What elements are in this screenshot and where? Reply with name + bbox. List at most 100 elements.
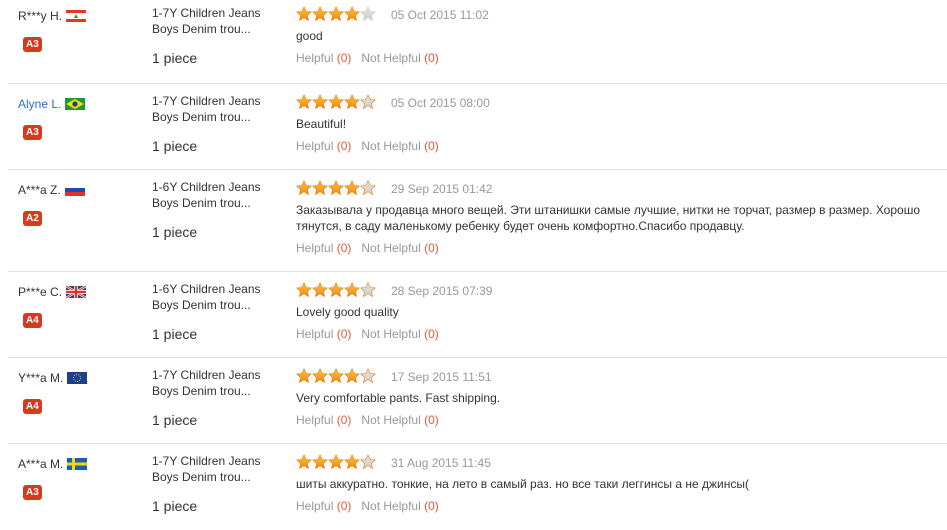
- star-filled-icon: [343, 5, 361, 25]
- helpful-label: Helpful: [296, 241, 334, 255]
- helpful-label: Helpful: [296, 499, 334, 513]
- not-helpful-button[interactable]: Not Helpful (0): [361, 413, 438, 427]
- review-text: Заказывала у продавца много вещей. Эти ш…: [296, 203, 921, 233]
- helpful-button[interactable]: Helpful (0): [296, 51, 351, 65]
- star-rating: [295, 179, 377, 199]
- helpful-count: (0): [336, 327, 352, 341]
- helpful-button[interactable]: Helpful (0): [296, 139, 351, 153]
- product-info: 1-7Y Children Jeans Boys Denim trou... 1…: [152, 93, 287, 154]
- star-filled-icon: [327, 5, 345, 25]
- not-helpful-button[interactable]: Not Helpful (0): [361, 499, 438, 513]
- review-item: A***a M. A3 1-7Y Children Jeans Boys Den…: [8, 444, 947, 530]
- reviewer-name: R***y H.: [18, 9, 63, 23]
- product-info: 1-7Y Children Jeans Boys Denim trou... 1…: [152, 453, 287, 514]
- product-info: 1-7Y Children Jeans Boys Denim trou... 1…: [152, 367, 287, 428]
- quantity: 1 piece: [152, 326, 198, 342]
- helpful-count: (0): [336, 51, 352, 65]
- reviewer-level-badge: A3: [23, 125, 42, 140]
- not-helpful-label: Not Helpful: [361, 413, 421, 427]
- helpful-button[interactable]: Helpful (0): [296, 327, 351, 341]
- review-body: 29 Sep 2015 01:42 Заказывала у продавца …: [295, 179, 946, 255]
- reviewer: A***a Z. A2: [18, 183, 138, 226]
- helpful-button[interactable]: Helpful (0): [296, 413, 351, 427]
- product-title-line: Boys Denim trou...: [152, 110, 251, 124]
- review-text: good: [296, 29, 323, 43]
- product-title-line: 1-7Y Children Jeans: [152, 454, 261, 468]
- star-filled-icon: [295, 367, 313, 387]
- review-body: 05 Oct 2015 08:00 Beautiful! Helpful (0)…: [295, 93, 946, 153]
- reviewer-name: P***e C.: [18, 285, 63, 299]
- star-filled-icon: [359, 367, 377, 387]
- helpful-button[interactable]: Helpful (0): [296, 241, 351, 255]
- reviewer: Y***a M. A4: [18, 371, 138, 414]
- star-filled-icon: [295, 453, 313, 473]
- review-item: Alyne L. A3 1-7Y Children Jeans Boys Den…: [8, 84, 947, 170]
- star-filled-icon: [359, 281, 377, 301]
- reviewer: A***a M. A3: [18, 457, 138, 500]
- helpful-votes: Helpful (0) Not Helpful (0): [296, 241, 946, 255]
- review-body: 28 Sep 2015 07:39 Lovely good quality He…: [295, 281, 946, 341]
- helpful-count: (0): [336, 413, 352, 427]
- star-filled-icon: [295, 281, 313, 301]
- not-helpful-label: Not Helpful: [361, 139, 421, 153]
- helpful-label: Helpful: [296, 413, 334, 427]
- product-title-line: Boys Denim trou...: [152, 470, 251, 484]
- helpful-count: (0): [336, 139, 352, 153]
- product-title-line: 1-6Y Children Jeans: [152, 282, 261, 296]
- not-helpful-count: (0): [424, 139, 439, 153]
- not-helpful-count: (0): [424, 499, 439, 513]
- review-date: 05 Oct 2015 11:02: [391, 8, 489, 22]
- reviewer-level-badge: A3: [23, 37, 42, 52]
- reviewer-level-badge: A4: [23, 313, 42, 328]
- product-title-line: 1-7Y Children Jeans: [152, 6, 261, 20]
- star-filled-icon: [295, 179, 313, 199]
- star-rating: [295, 281, 377, 301]
- quantity: 1 piece: [152, 138, 198, 154]
- not-helpful-button[interactable]: Not Helpful (0): [361, 241, 438, 255]
- not-helpful-button[interactable]: Not Helpful (0): [361, 51, 438, 65]
- helpful-count: (0): [336, 499, 352, 513]
- helpful-button[interactable]: Helpful (0): [296, 499, 351, 513]
- helpful-votes: Helpful (0) Not Helpful (0): [296, 499, 946, 513]
- star-filled-icon: [359, 453, 377, 473]
- reviewer: P***e C. A4: [18, 285, 138, 328]
- not-helpful-count: (0): [424, 241, 439, 255]
- not-helpful-button[interactable]: Not Helpful (0): [361, 327, 438, 341]
- product-title-line: Boys Denim trou...: [152, 384, 251, 398]
- product-title-line: 1-6Y Children Jeans: [152, 180, 261, 194]
- quantity: 1 piece: [152, 224, 198, 240]
- reviewer-name-link[interactable]: Alyne L.: [18, 97, 61, 111]
- reviewer-level-badge: A4: [23, 399, 42, 414]
- review-item: P***e C. A4 1-6Y Children Jeans Boys Den…: [8, 272, 947, 358]
- not-helpful-count: (0): [424, 51, 439, 65]
- sweden-flag-icon: [67, 458, 88, 470]
- review-body: 05 Oct 2015 11:02 good Helpful (0) Not He…: [295, 5, 946, 65]
- lebanon-flag-icon: [66, 10, 87, 22]
- star-filled-icon: [327, 281, 345, 301]
- star-rating: [295, 367, 377, 387]
- star-filled-icon: [343, 367, 361, 387]
- helpful-votes: Helpful (0) Not Helpful (0): [296, 51, 946, 65]
- product-title-line: Boys Denim trou...: [152, 22, 251, 36]
- star-filled-icon: [311, 367, 329, 387]
- review-item: Y***a M. A4 1-7Y Children Jeans Boys Den…: [8, 358, 947, 444]
- review-text: Lovely good quality: [296, 305, 399, 319]
- product-title-line: Boys Denim trou...: [152, 196, 251, 210]
- helpful-label: Helpful: [296, 139, 334, 153]
- star-filled-icon: [359, 93, 377, 113]
- not-helpful-label: Not Helpful: [361, 241, 421, 255]
- not-helpful-button[interactable]: Not Helpful (0): [361, 139, 438, 153]
- star-filled-icon: [343, 453, 361, 473]
- product-title-line: 1-7Y Children Jeans: [152, 368, 261, 382]
- review-date: 05 Oct 2015 08:00: [391, 96, 490, 110]
- reviewer-name: A***a Z.: [18, 183, 61, 197]
- product-title-line: Boys Denim trou...: [152, 298, 251, 312]
- uk-flag-icon: [66, 286, 87, 298]
- review-text: Very comfortable pants. Fast shipping.: [296, 391, 501, 405]
- review-text: шиты аккуратно. тонкие, на лето в самый …: [296, 477, 749, 491]
- star-rating: [295, 453, 377, 473]
- star-filled-icon: [311, 93, 329, 113]
- review-body: 31 Aug 2015 11:45 шиты аккуратно. тонкие…: [295, 453, 946, 513]
- product-info: 1-7Y Children Jeans Boys Denim trou... 1…: [152, 5, 287, 66]
- star-filled-icon: [359, 179, 377, 199]
